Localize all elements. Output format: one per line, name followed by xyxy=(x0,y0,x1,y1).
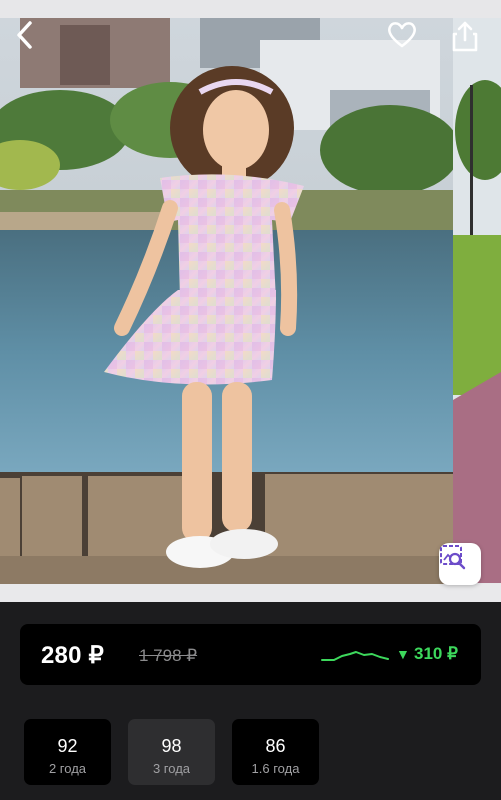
current-price: 280 ₽ xyxy=(41,642,104,669)
price-bar[interactable]: 280 ₽ 1 798 ₽ ▼ 310 ₽ xyxy=(20,624,481,685)
size-age-label: 2 года xyxy=(48,761,87,776)
product-photo-area xyxy=(0,0,501,602)
chevron-left-icon xyxy=(17,21,32,49)
price-down-arrow-icon: ▼ xyxy=(396,646,410,662)
size-age-label: 1.6 года xyxy=(251,761,300,776)
size-value: 98 xyxy=(161,736,182,756)
size-value: 86 xyxy=(265,736,286,756)
size-option-86[interactable]: 86 1.6 года xyxy=(232,719,319,785)
back-button[interactable] xyxy=(14,20,50,56)
size-value: 92 xyxy=(57,736,78,756)
heart-outline-icon xyxy=(388,22,416,48)
favorite-button[interactable] xyxy=(386,20,422,56)
price-trend-sparkline xyxy=(321,651,389,661)
size-option-92[interactable]: 92 2 года xyxy=(24,719,111,785)
visual-search-button[interactable] xyxy=(439,543,481,585)
price-drop-value: 310 ₽ xyxy=(414,644,458,663)
image-search-icon xyxy=(440,545,466,570)
product-photo[interactable] xyxy=(0,0,501,602)
share-button[interactable] xyxy=(451,20,487,56)
share-icon xyxy=(452,21,478,52)
size-option-98[interactable]: 98 3 года xyxy=(128,719,215,785)
old-price: 1 798 ₽ xyxy=(139,646,198,665)
size-age-label: 3 года xyxy=(152,761,191,776)
